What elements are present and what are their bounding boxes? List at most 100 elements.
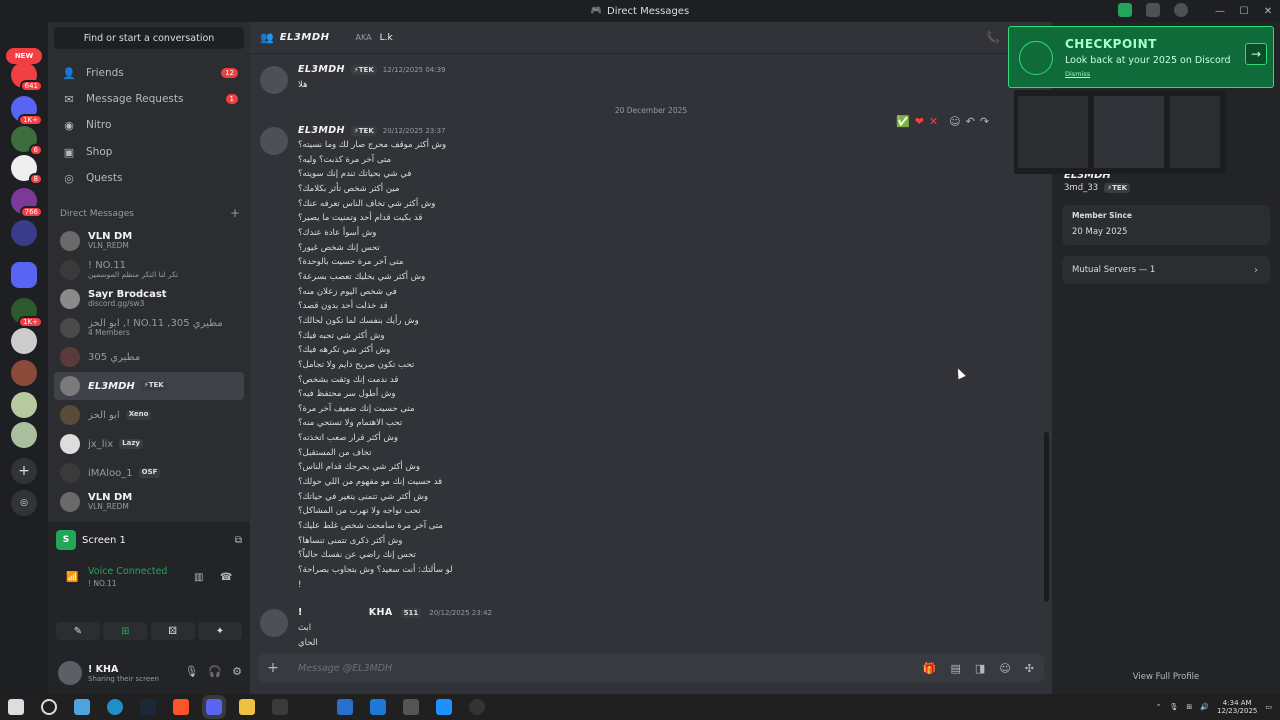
emoji-icon[interactable]: ☺ [999, 662, 1010, 675]
checkpoint-banner[interactable]: CHECKPOINT Look back at your 2025 on Dis… [1008, 26, 1274, 88]
share-screen-button[interactable]: ⊞ [103, 622, 148, 640]
microphone-tray-icon[interactable]: 🎙 [1170, 703, 1179, 711]
avatar[interactable] [260, 609, 288, 637]
file-explorer-icon[interactable] [239, 699, 255, 715]
headphones-icon[interactable]: 🎧 [208, 665, 222, 678]
brave-icon[interactable] [173, 699, 189, 715]
server-icon[interactable] [11, 392, 37, 418]
steam-icon[interactable] [140, 699, 156, 715]
server-icon[interactable]: 641 [11, 62, 43, 92]
dm-item[interactable]: 305 مطيري [54, 343, 244, 371]
user-name: ! KHA [88, 663, 119, 675]
server-icon[interactable]: 1K+ [11, 96, 43, 126]
message-author[interactable]: EL3MDH [298, 64, 345, 75]
message-timestamp: 20/12/2025 23:42 [429, 608, 492, 617]
dismiss-link[interactable]: Dismiss [1065, 70, 1090, 78]
dm-item[interactable]: VLN DM VLN_REDM [54, 227, 244, 255]
avatar[interactable] [260, 127, 288, 155]
nav-friends[interactable]: 👤 Friends 12 [54, 60, 244, 86]
message-author-prefix: ! [298, 607, 303, 618]
find-conversation-button[interactable]: Find or start a conversation [54, 27, 244, 49]
server-icon[interactable] [11, 422, 37, 448]
screen-share-row[interactable]: S Screen 1 ⧉ [56, 529, 242, 551]
clan-tag: ⚡TEK [350, 125, 377, 136]
activity-button[interactable]: ⚄ [150, 622, 195, 640]
apps-icon[interactable]: ✣ [1025, 662, 1034, 675]
search-icon[interactable] [41, 699, 57, 715]
inbox-icon[interactable] [1146, 3, 1160, 17]
dm-section-header: Direct Messages + [60, 206, 240, 220]
app-icon[interactable] [436, 699, 452, 715]
chat-scrollbar[interactable] [1044, 432, 1049, 602]
app-icon[interactable] [403, 699, 419, 715]
nav-message-requests[interactable]: ✉ Message Requests 1 [54, 86, 244, 112]
app-icon[interactable] [337, 699, 353, 715]
settings-gear-icon[interactable]: ⚙ [232, 665, 242, 678]
volume-icon[interactable]: 🔊 [1200, 703, 1209, 711]
sticker-icon[interactable]: ◨ [975, 662, 985, 675]
server-icon[interactable] [11, 328, 37, 354]
nav-shop[interactable]: ▣ Shop [54, 139, 244, 165]
chevron-up-icon[interactable]: ⌃ [1156, 703, 1162, 711]
gif-icon[interactable]: ▤ [951, 662, 961, 675]
dm-group-item[interactable]: ابو الحز ,! NO.11 ,305 مطيري 4 Members [54, 314, 244, 342]
nav-quests[interactable]: ◎ Quests [54, 165, 244, 191]
view-full-profile-link[interactable]: View Full Profile [1052, 672, 1280, 682]
server-icon[interactable] [11, 360, 37, 386]
clock[interactable]: 4:34 AM 12/23/2025 [1217, 699, 1257, 716]
dm-item[interactable]: iMAloo_1 OSF [54, 459, 244, 487]
user-avatar[interactable] [58, 661, 82, 685]
message: EL3MDH ⚡TEK 12/12/2025 04:39 هلا [258, 64, 1018, 94]
server-icon[interactable] [11, 220, 37, 246]
soundboard-button[interactable]: ✦ [197, 622, 242, 640]
edge-icon[interactable] [107, 699, 123, 715]
add-server-icon[interactable]: + [11, 458, 37, 484]
create-dm-button[interactable]: + [230, 207, 240, 219]
help-icon[interactable] [1174, 3, 1188, 17]
mutual-servers-row[interactable]: Mutual Servers — 1 › [1062, 256, 1270, 284]
server-icon[interactable]: 6 [11, 126, 43, 156]
discord-taskbar-icon[interactable] [202, 695, 226, 719]
network-icon[interactable]: ⊞ [1186, 703, 1192, 711]
checkpoint-arrow-button[interactable]: → [1245, 43, 1267, 65]
dm-item[interactable]: Sayr Brodcast discord.gg/sw3 [54, 285, 244, 313]
popout-icon[interactable]: ⧉ [235, 535, 242, 546]
dm-item[interactable]: jx_lix Lazy [54, 430, 244, 458]
flag-icon[interactable] [1118, 3, 1132, 17]
dm-item-active[interactable]: EL3MDH ⚡TEK [54, 372, 244, 400]
close-button[interactable]: ✕ [1256, 6, 1280, 17]
server-icon[interactable]: 8 [11, 155, 43, 185]
message-author[interactable]: EL3MDH [298, 125, 345, 136]
minimize-button[interactable]: — [1208, 6, 1232, 17]
notifications-icon[interactable]: ▭ [1265, 703, 1272, 711]
store-icon[interactable] [272, 699, 288, 715]
dm-item[interactable]: ! NO.11 تكر لنا التكر منظم الموسمين [54, 256, 244, 284]
maximize-button[interactable]: ☐ [1232, 6, 1256, 17]
chevron-right-icon: › [1254, 264, 1258, 276]
attach-plus-button[interactable]: + [258, 660, 288, 676]
voice-status[interactable]: Voice Connected [88, 566, 167, 577]
microphone-icon[interactable]: 🎙 [184, 665, 198, 678]
nav-nitro[interactable]: ◉ Nitro [54, 112, 244, 138]
app-icon[interactable] [469, 699, 485, 715]
server-icon[interactable]: 766 [11, 188, 43, 218]
avatar[interactable] [260, 66, 288, 94]
windows-start-icon[interactable] [8, 699, 24, 715]
app-icon[interactable] [370, 699, 386, 715]
copilot-icon[interactable] [74, 699, 90, 715]
discover-icon[interactable]: ◎ [11, 490, 37, 516]
folder-icon[interactable] [11, 262, 37, 288]
gift-icon[interactable]: 🎁 [923, 662, 937, 675]
message-input[interactable]: Message @EL3MDH [298, 663, 392, 674]
screen-share-preview[interactable] [1014, 90, 1226, 174]
noise-suppression-icon[interactable]: ▥ [194, 572, 203, 583]
camera-off-button[interactable]: ✎ [56, 622, 100, 640]
screen-share-icon: S [56, 530, 76, 550]
dm-item[interactable]: ابو الحز Xeno [54, 401, 244, 429]
voice-call-icon[interactable]: 📞 [986, 31, 1000, 44]
disconnect-icon[interactable]: ☎ [220, 572, 232, 583]
server-icon[interactable]: 1K+ [11, 298, 43, 328]
message-author[interactable]: KHA [369, 607, 393, 618]
dm-item[interactable]: VLN DM VLN_REDM [54, 488, 244, 516]
chat-recipient-name[interactable]: EL3MDH [280, 32, 330, 43]
